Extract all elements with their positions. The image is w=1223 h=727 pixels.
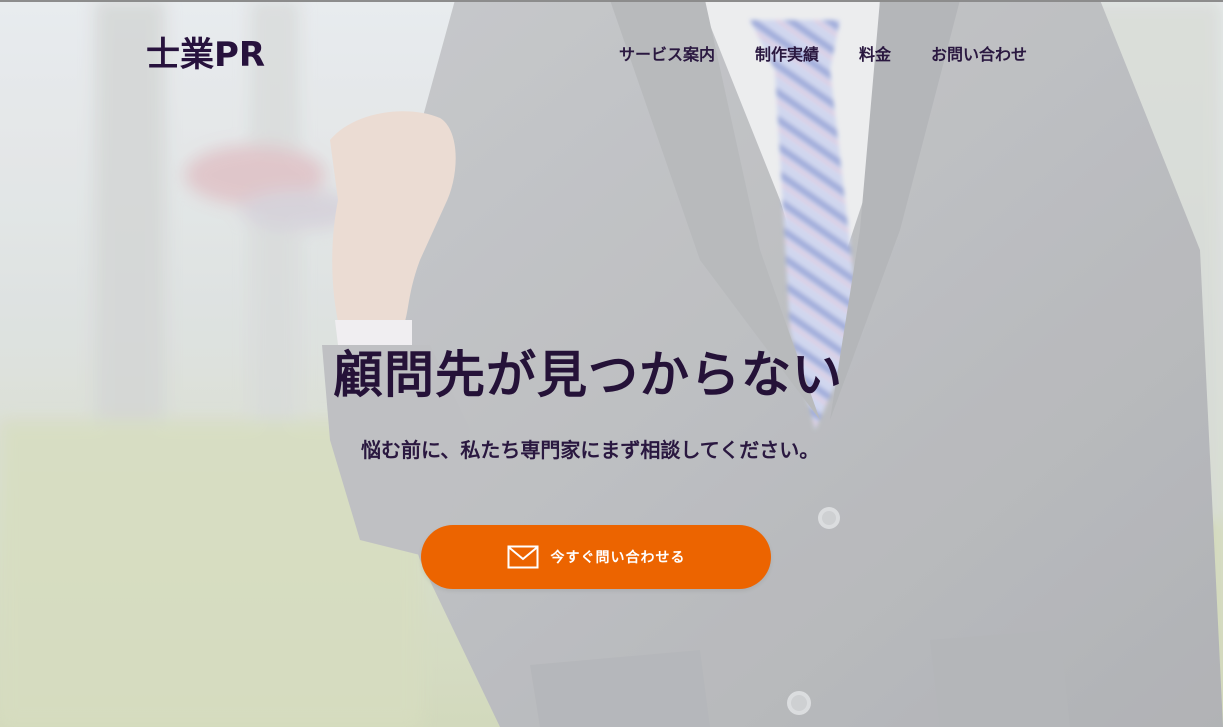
contact-now-button[interactable]: 今すぐ問い合わせる [421,525,771,589]
hero-subline: 悩む前に、私たち専門家にまず相談してください。 [361,438,820,462]
nav-item-works[interactable]: 制作実績 [755,44,819,66]
mail-icon [507,545,539,569]
site-logo[interactable]: 士業PR [146,34,265,76]
main-nav: サービス案内 制作実績 料金 お問い合わせ [619,44,1027,66]
landing-page: 士業PR サービス案内 制作実績 料金 お問い合わせ 顧問先が見つからない 悩む… [0,0,1223,727]
contact-now-label: 今すぐ問い合わせる [550,550,686,566]
nav-item-pricing[interactable]: 料金 [859,44,891,66]
hero-headline: 顧問先が見つからない [333,346,843,404]
top-border [0,0,1223,2]
nav-item-contact[interactable]: お問い合わせ [931,44,1027,66]
nav-item-services[interactable]: サービス案内 [619,44,715,66]
